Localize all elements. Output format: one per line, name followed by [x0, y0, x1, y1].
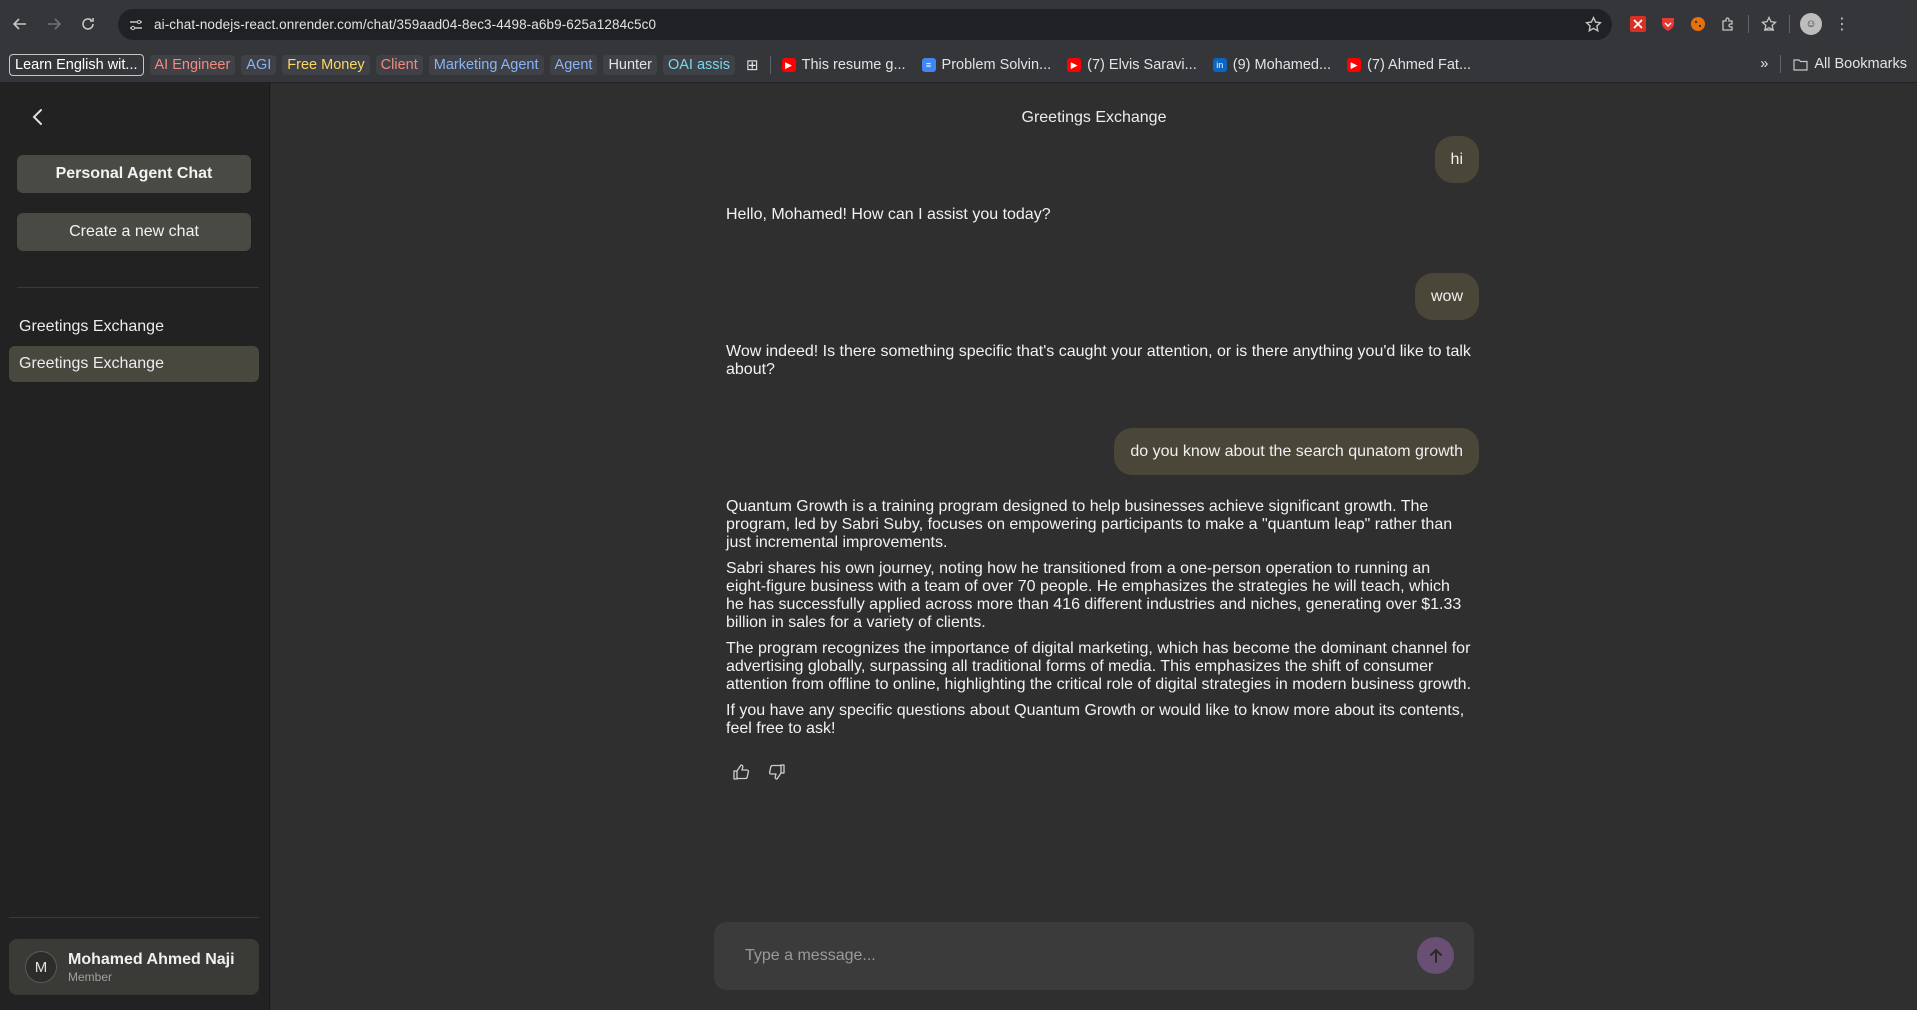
kebab-menu-icon[interactable]: ⋮	[1832, 14, 1852, 34]
extension-cookie-icon[interactable]	[1688, 14, 1708, 34]
extension-red-x-icon[interactable]	[1628, 14, 1648, 34]
arrow-up-icon	[1429, 948, 1442, 963]
youtube-icon: ▶	[781, 58, 796, 72]
user-message: do you know about the search qunatom gro…	[1114, 428, 1479, 475]
bookmark-separator	[1780, 55, 1782, 73]
assistant-message-paragraph: The program recognizes the importance of…	[726, 640, 1472, 693]
site-info-icon[interactable]	[128, 17, 144, 33]
bookmark-folder[interactable]: Hunter	[603, 55, 657, 75]
extension-shield-icon[interactable]	[1658, 14, 1678, 34]
url-text[interactable]: ai-chat-nodejs-react.onrender.com/chat/3…	[154, 17, 656, 32]
bookmarks-bar: Learn English wit... AI Engineer AGI Fre…	[0, 48, 1917, 83]
bookmark-folder[interactable]: OAI assis	[662, 55, 736, 75]
thumbs-up-icon[interactable]	[732, 763, 750, 786]
bookmark-label: (9) Mohamed...	[1232, 57, 1332, 73]
bookmark-folder[interactable]: Marketing Agent	[428, 55, 544, 75]
sidebar-divider	[9, 917, 259, 918]
extensions-puzzle-icon[interactable]	[1718, 14, 1738, 34]
bookmark-folder[interactable]: Client	[375, 55, 423, 75]
user-role: Member	[68, 969, 113, 984]
youtube-icon: ▶	[1347, 58, 1362, 72]
bookmark-link[interactable]: ≡ Problem Solvin...	[917, 55, 1057, 75]
bookmark-folder[interactable]: Free Money	[282, 55, 370, 75]
folder-icon	[1793, 58, 1808, 71]
send-button[interactable]	[1417, 937, 1454, 974]
bookmark-folder[interactable]: AGI	[241, 55, 277, 75]
user-message: wow	[1414, 273, 1479, 320]
assistant-message-text: Wow indeed! Is there something specific …	[726, 343, 1471, 378]
chat-history-item[interactable]: Greetings Exchange	[9, 309, 259, 345]
bookmark-folder[interactable]: Agent	[549, 55, 598, 75]
all-bookmarks-label: All Bookmarks	[1814, 56, 1907, 72]
back-arrow-icon[interactable]	[5, 9, 35, 39]
create-new-chat-button[interactable]: Create a new chat	[17, 213, 251, 251]
assistant-message: Wow indeed! Is there something specific …	[726, 343, 1471, 387]
bookmark-label: (7) Ahmed Fat...	[1367, 57, 1472, 73]
reading-list-star-icon[interactable]	[1759, 14, 1779, 34]
bookmark-star-icon[interactable]	[1585, 15, 1602, 33]
toolbar-separator	[1789, 15, 1790, 33]
bookmark-label: Problem Solvin...	[941, 57, 1052, 73]
toolbar-separator	[1748, 15, 1749, 33]
extensions-area: ☺ ⋮	[1628, 11, 1852, 37]
assistant-message-text: Hello, Mohamed! How can I assist you tod…	[726, 206, 1051, 223]
docs-icon: ≡	[921, 58, 936, 72]
chat-history-item-active[interactable]: Greetings Exchange	[9, 346, 259, 382]
reload-icon[interactable]	[73, 9, 103, 39]
browser-chrome: ai-chat-nodejs-react.onrender.com/chat/3…	[0, 0, 1917, 83]
bookmark-folder[interactable]: Learn English wit...	[9, 54, 144, 76]
page-title: Greetings Exchange	[1021, 109, 1167, 126]
address-bar[interactable]: ai-chat-nodejs-react.onrender.com/chat/3…	[118, 9, 1612, 40]
bookmark-label: This resume g...	[801, 57, 906, 73]
message-composer	[714, 922, 1474, 990]
all-bookmarks-button[interactable]: All Bookmarks	[1793, 56, 1907, 72]
bookmark-separator	[769, 56, 771, 74]
user-info: Mohamed Ahmed Naji Member	[68, 951, 235, 984]
bookmark-folder[interactable]: AI Engineer	[149, 55, 236, 75]
apps-grid-icon[interactable]: ⊞	[741, 54, 764, 76]
bookmark-link[interactable]: ▶ (7) Elvis Saravi...	[1062, 55, 1202, 75]
bookmark-link[interactable]: in (9) Mohamed...	[1208, 55, 1336, 75]
chevron-left-icon[interactable]	[26, 105, 50, 129]
bookmark-link[interactable]: ▶ This resume g...	[777, 55, 911, 75]
bookmark-label: (7) Elvis Saravi...	[1087, 57, 1197, 73]
sidebar: Personal Agent Chat Create a new chat Gr…	[0, 83, 270, 1010]
assistant-message: Quantum Growth is a training program des…	[726, 498, 1471, 746]
youtube-icon: ▶	[1067, 58, 1082, 72]
assistant-message-paragraph: If you have any specific questions about…	[726, 702, 1465, 737]
chevron-double-right-icon[interactable]: »	[1760, 56, 1768, 72]
user-profile-card[interactable]: M Mohamed Ahmed Naji Member	[9, 939, 259, 995]
forward-arrow-icon[interactable]	[39, 9, 69, 39]
user-name: Mohamed Ahmed Naji	[68, 950, 235, 968]
user-message: hi	[1434, 136, 1479, 183]
avatar: M	[25, 951, 57, 983]
linkedin-icon: in	[1212, 58, 1227, 72]
address-bar-row: ai-chat-nodejs-react.onrender.com/chat/3…	[0, 0, 1917, 48]
thumbs-down-icon[interactable]	[768, 763, 786, 786]
assistant-message-paragraph: Quantum Growth is a training program des…	[726, 498, 1453, 551]
message-feedback	[732, 763, 786, 786]
bookmarks-right: » All Bookmarks	[1760, 55, 1907, 73]
chat-main: Greetings Exchange hi Hello, Mohamed! Ho…	[271, 83, 1917, 1010]
sidebar-divider	[17, 287, 259, 288]
assistant-message-paragraph: Sabri shares his own journey, noting how…	[726, 560, 1462, 631]
assistant-message: Hello, Mohamed! How can I assist you tod…	[726, 206, 1471, 232]
message-input[interactable]	[745, 944, 1395, 968]
personal-agent-chat-button[interactable]: Personal Agent Chat	[17, 155, 251, 193]
profile-avatar-icon[interactable]: ☺	[1800, 13, 1822, 35]
bookmark-link[interactable]: ▶ (7) Ahmed Fat...	[1342, 55, 1476, 75]
